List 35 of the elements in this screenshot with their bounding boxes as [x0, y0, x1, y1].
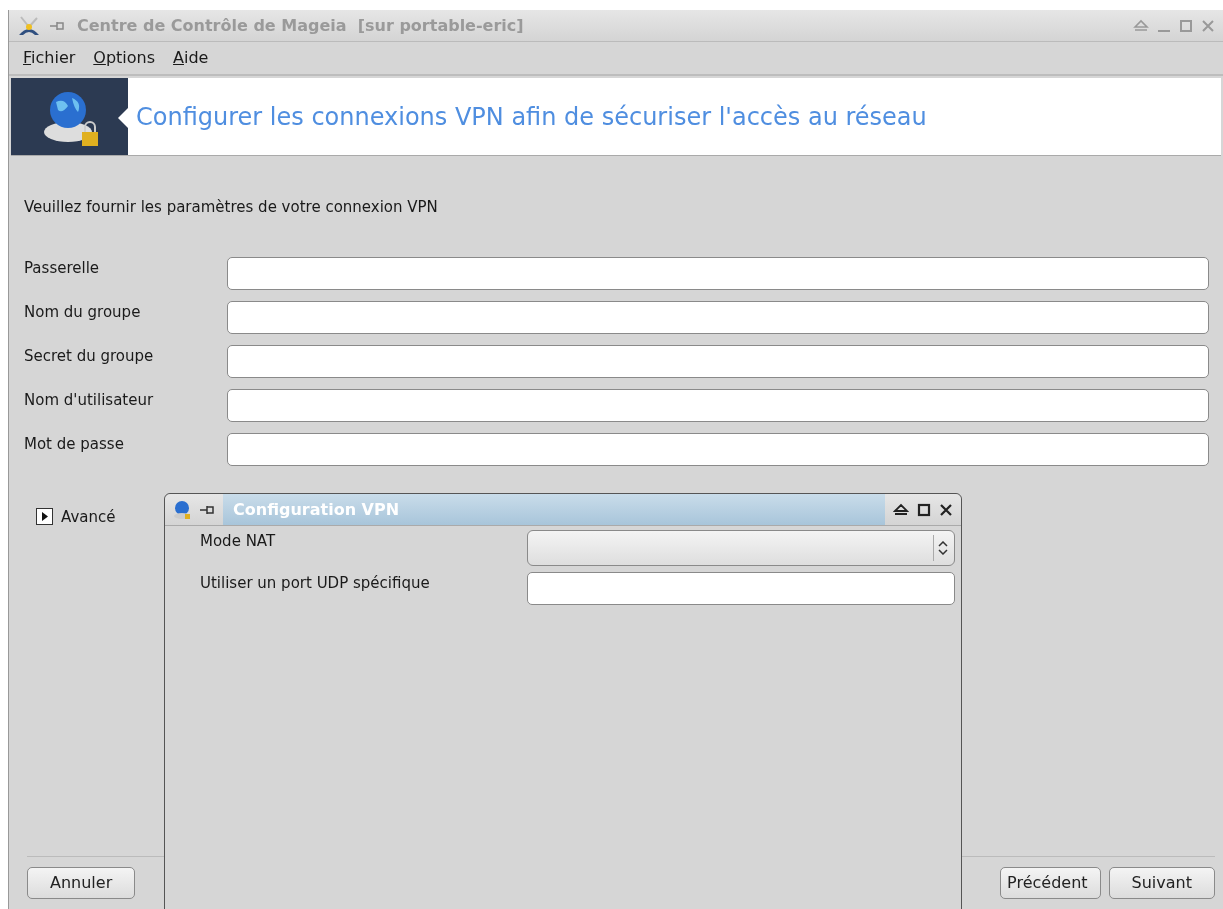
window-title: Centre de Contrôle de Mageia [sur portable-eric]: [77, 14, 524, 37]
banner-title: Configurer les connexions VPN afin de sécuriser l'accès au réseau: [135, 101, 927, 133]
maximize-icon[interactable]: [917, 502, 931, 517]
banner-pointer: [118, 108, 128, 128]
input-field[interactable]: [227, 300, 1209, 334]
advanced-label: Avancé: [61, 506, 116, 528]
eject-icon[interactable]: [893, 502, 909, 517]
next-button[interactable]: Suivant: [1108, 867, 1215, 899]
cancel-button[interactable]: Annuler: [27, 867, 136, 899]
previous-button[interactable]: Précédent: [1000, 867, 1101, 899]
field-label: Nom du groupe: [23, 301, 142, 323]
field-label: Mode NAT: [200, 531, 276, 552]
field-label: Utiliser un port UDP spécifique: [200, 573, 430, 594]
close-icon[interactable]: [939, 502, 953, 517]
dropdown[interactable]: [527, 530, 955, 566]
field-label: Passerelle: [23, 257, 101, 279]
caret-right-icon: [40, 512, 49, 522]
input-field[interactable]: [227, 388, 1209, 422]
input-field[interactable]: [227, 432, 1209, 466]
expander-toggle[interactable]: [36, 508, 53, 526]
field-label: Secret du groupe: [23, 345, 155, 367]
menu-item[interactable]: Fichier: [23, 46, 76, 70]
intro-text: Veuillez fournir les paramètres de votre connexion VPN: [24, 197, 439, 218]
field-label: Mot de passe: [23, 433, 125, 455]
pin-icon[interactable]: [199, 503, 215, 516]
app-logo-icon: [17, 14, 41, 37]
menu-item[interactable]: Aide: [173, 46, 209, 70]
spinner-arrows-icon: [938, 541, 948, 555]
input-field[interactable]: [527, 572, 955, 605]
input-field[interactable]: [227, 344, 1209, 378]
dialog-title: Configuration VPN: [223, 494, 885, 525]
globe-icon: [173, 499, 191, 520]
menu-item[interactable]: Options: [93, 46, 156, 70]
field-label: Nom d'utilisateur: [23, 389, 155, 411]
input-field[interactable]: [227, 256, 1209, 290]
